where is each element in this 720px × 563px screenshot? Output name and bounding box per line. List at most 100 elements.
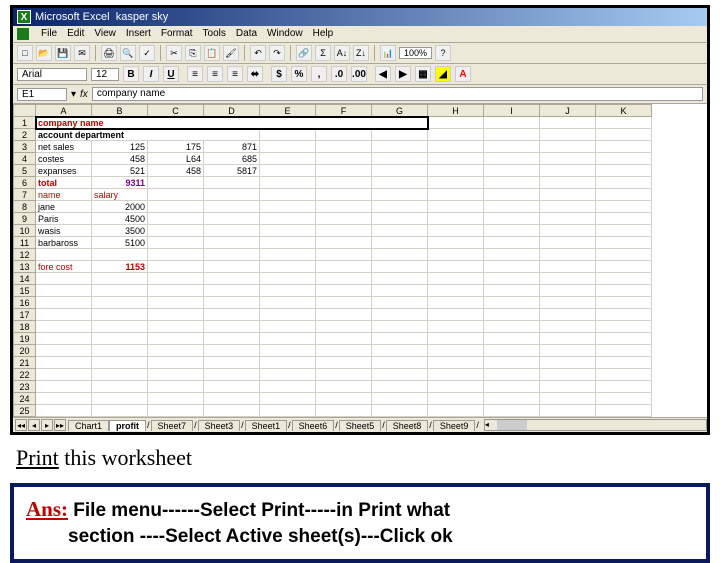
cell[interactable]: salary: [92, 189, 148, 201]
row-header[interactable]: 23: [14, 381, 36, 393]
font-size-select[interactable]: 12: [91, 68, 119, 81]
row-header[interactable]: 25: [14, 405, 36, 417]
redo-icon[interactable]: ↷: [269, 45, 285, 61]
col-header[interactable]: F: [316, 105, 372, 117]
font-color-icon[interactable]: A: [455, 66, 471, 82]
row-header[interactable]: 24: [14, 393, 36, 405]
cell[interactable]: name: [36, 189, 92, 201]
format-painter-icon[interactable]: 🖌: [223, 45, 239, 61]
menu-window[interactable]: Window: [267, 28, 303, 40]
save-icon[interactable]: 💾: [55, 45, 71, 61]
menu-edit[interactable]: Edit: [67, 28, 84, 40]
cell[interactable]: costes: [36, 153, 92, 165]
row-header[interactable]: 1: [14, 117, 36, 129]
fill-color-icon[interactable]: ◢: [435, 66, 451, 82]
cut-icon[interactable]: ✂: [166, 45, 182, 61]
name-box[interactable]: E1: [17, 88, 67, 101]
row-header[interactable]: 20: [14, 345, 36, 357]
cell[interactable]: 3500: [92, 225, 148, 237]
indent-inc-icon[interactable]: ▶: [395, 66, 411, 82]
open-icon[interactable]: 📂: [36, 45, 52, 61]
italic-button[interactable]: I: [143, 66, 159, 82]
row-header[interactable]: 11: [14, 237, 36, 249]
row-header[interactable]: 2: [14, 129, 36, 141]
scroll-thumb[interactable]: [497, 420, 527, 430]
sheet-tab[interactable]: Sheet3: [198, 420, 241, 431]
menu-help[interactable]: Help: [313, 28, 334, 40]
sheet-tab[interactable]: Chart1: [68, 420, 109, 431]
cell[interactable]: wasis: [36, 225, 92, 237]
row-header[interactable]: 18: [14, 321, 36, 333]
help-icon[interactable]: ?: [435, 45, 451, 61]
col-header[interactable]: B: [92, 105, 148, 117]
row-header[interactable]: 4: [14, 153, 36, 165]
chart-icon[interactable]: 📊: [380, 45, 396, 61]
menu-view[interactable]: View: [94, 28, 116, 40]
tab-nav-last-icon[interactable]: ▸▸: [54, 419, 66, 431]
menu-format[interactable]: Format: [161, 28, 193, 40]
fx-icon[interactable]: fx: [80, 89, 88, 100]
inc-decimal-icon[interactable]: .0: [331, 66, 347, 82]
scroll-left-icon[interactable]: ◂: [485, 420, 489, 429]
row-header[interactable]: 9: [14, 213, 36, 225]
align-center-icon[interactable]: ≡: [207, 66, 223, 82]
menu-file[interactable]: File: [41, 28, 57, 40]
col-header[interactable]: A: [36, 105, 92, 117]
row-header[interactable]: 19: [14, 333, 36, 345]
cell[interactable]: net sales: [36, 141, 92, 153]
dropdown-icon[interactable]: ▾: [71, 89, 76, 100]
currency-icon[interactable]: $: [271, 66, 287, 82]
row-header[interactable]: 8: [14, 201, 36, 213]
zoom-box[interactable]: 100%: [399, 47, 432, 59]
row-header[interactable]: 3: [14, 141, 36, 153]
spreadsheet-grid[interactable]: A B C D E F G H I J K 1company name 2acc…: [13, 104, 652, 417]
merge-icon[interactable]: ⬌: [247, 66, 263, 82]
cell[interactable]: expanses: [36, 165, 92, 177]
cell[interactable]: 1153: [92, 261, 148, 273]
cell[interactable]: 2000: [92, 201, 148, 213]
row-header[interactable]: 14: [14, 273, 36, 285]
sheet-tab[interactable]: profit: [109, 420, 146, 431]
row-header[interactable]: 5: [14, 165, 36, 177]
row-header[interactable]: 21: [14, 357, 36, 369]
cell[interactable]: 5100: [92, 237, 148, 249]
cell[interactable]: jane: [36, 201, 92, 213]
font-name-select[interactable]: Arial: [17, 68, 87, 81]
cell[interactable]: fore cost: [36, 261, 92, 273]
cell[interactable]: barbaross: [36, 237, 92, 249]
cell[interactable]: 521: [92, 165, 148, 177]
cell[interactable]: total: [36, 177, 92, 189]
link-icon[interactable]: 🔗: [296, 45, 312, 61]
select-all-cell[interactable]: [14, 105, 36, 117]
col-header[interactable]: K: [596, 105, 652, 117]
col-header[interactable]: H: [428, 105, 484, 117]
row-header[interactable]: 22: [14, 369, 36, 381]
cell[interactable]: 5817: [204, 165, 260, 177]
col-header[interactable]: C: [148, 105, 204, 117]
cell[interactable]: 175: [148, 141, 204, 153]
percent-icon[interactable]: %: [291, 66, 307, 82]
bold-button[interactable]: B: [123, 66, 139, 82]
comma-icon[interactable]: ,: [311, 66, 327, 82]
cell[interactable]: L64: [148, 153, 204, 165]
menu-insert[interactable]: Insert: [126, 28, 151, 40]
spell-icon[interactable]: ✓: [139, 45, 155, 61]
sheet-tab[interactable]: Sheet5: [339, 420, 382, 431]
cell[interactable]: company name: [36, 117, 428, 129]
cell[interactable]: 125: [92, 141, 148, 153]
sheet-tab[interactable]: Sheet7: [151, 420, 194, 431]
tab-nav-first-icon[interactable]: ◂◂: [15, 419, 27, 431]
row-header[interactable]: 13: [14, 261, 36, 273]
cell[interactable]: 458: [92, 153, 148, 165]
cell[interactable]: 4500: [92, 213, 148, 225]
row-header[interactable]: 16: [14, 297, 36, 309]
sheet-tab[interactable]: Sheet8: [386, 420, 429, 431]
paste-icon[interactable]: 📋: [204, 45, 220, 61]
sort-asc-icon[interactable]: A↓: [334, 45, 350, 61]
underline-button[interactable]: U: [163, 66, 179, 82]
sheet-tab[interactable]: Sheet6: [292, 420, 335, 431]
row-header[interactable]: 12: [14, 249, 36, 261]
print-icon[interactable]: 🖨: [101, 45, 117, 61]
col-header[interactable]: I: [484, 105, 540, 117]
formula-bar[interactable]: company name: [92, 87, 703, 101]
